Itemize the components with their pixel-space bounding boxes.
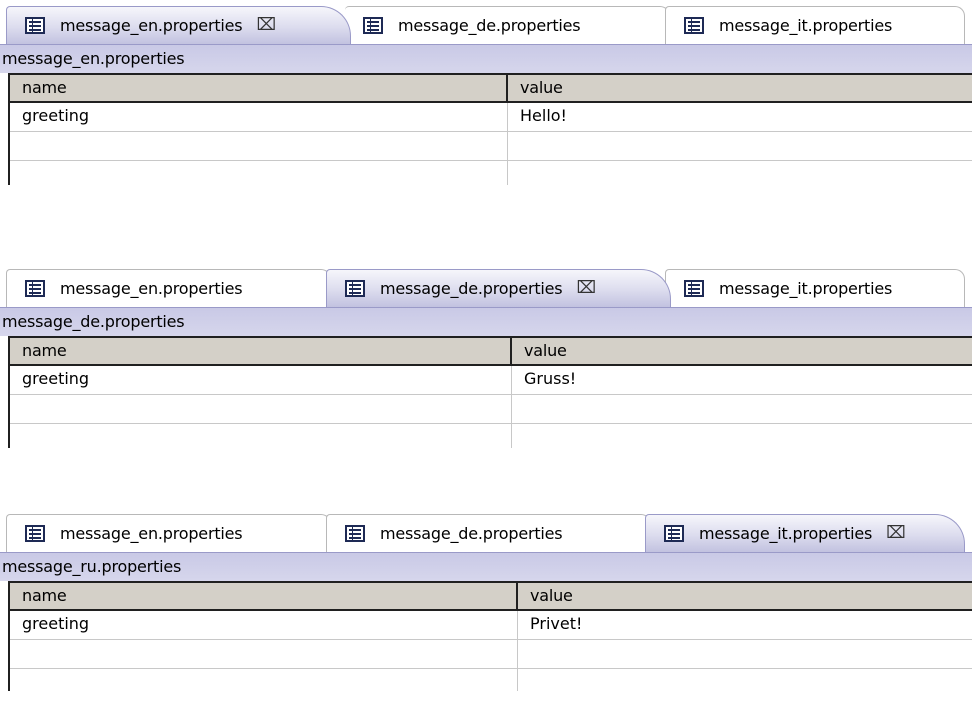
tab-label: message_en.properties	[60, 524, 243, 543]
cell-value[interactable]: Hello!	[508, 103, 972, 131]
cell-name[interactable]	[10, 640, 518, 668]
tab-label: message_it.properties	[719, 16, 893, 35]
tab-message-it[interactable]: message_it.properties	[665, 6, 965, 44]
close-icon[interactable]: ⌧	[886, 525, 906, 542]
close-icon[interactable]: ⌧	[256, 17, 276, 34]
properties-file-icon	[345, 280, 365, 297]
column-header-value[interactable]: value	[508, 75, 972, 101]
tab-message-de[interactable]: message_de.properties	[326, 514, 651, 552]
table-row[interactable]	[10, 669, 972, 691]
cell-value[interactable]	[518, 669, 972, 691]
cell-value[interactable]	[512, 395, 972, 423]
tab-message-en[interactable]: message_en.properties	[6, 514, 331, 552]
table-row[interactable]: greeting Privet!	[10, 611, 972, 640]
properties-table: name value greeting Gruss!	[8, 336, 972, 448]
tab-bar: message_en.properties message_de.propert…	[0, 508, 972, 552]
properties-file-icon	[664, 525, 684, 542]
editor-panel-it: message_en.properties message_de.propert…	[0, 508, 972, 691]
cell-name[interactable]: greeting	[10, 366, 512, 394]
tab-message-de[interactable]: message_de.properties ⌧	[326, 269, 671, 307]
table-row[interactable]	[10, 424, 972, 448]
column-header-name[interactable]: name	[10, 75, 508, 101]
cell-name[interactable]	[10, 161, 508, 185]
column-header-name[interactable]: name	[10, 583, 518, 609]
cell-name[interactable]	[10, 669, 518, 691]
tab-message-it[interactable]: message_it.properties ⌧	[645, 514, 965, 552]
column-header-name[interactable]: name	[10, 338, 512, 364]
properties-file-icon	[345, 525, 365, 542]
cell-name[interactable]	[10, 424, 512, 448]
cell-value[interactable]: Privet!	[518, 611, 972, 639]
column-header-value[interactable]: value	[518, 583, 972, 609]
tab-label: message_it.properties	[719, 279, 893, 298]
table-header: name value	[10, 73, 972, 103]
properties-file-icon	[363, 17, 383, 34]
tab-message-en[interactable]: message_en.properties ⌧	[6, 6, 351, 44]
properties-file-icon	[25, 280, 45, 297]
tab-bar: message_en.properties ⌧ message_de.prope…	[0, 0, 972, 44]
cell-value[interactable]	[508, 161, 972, 185]
table-header: name value	[10, 336, 972, 366]
properties-file-icon	[684, 17, 704, 34]
table-row[interactable]	[10, 395, 972, 424]
file-label: message_de.properties	[0, 307, 972, 336]
table-header: name value	[10, 581, 972, 611]
cell-value[interactable]: Gruss!	[512, 366, 972, 394]
editor-panel-en: message_en.properties ⌧ message_de.prope…	[0, 0, 972, 185]
tab-label: message_de.properties	[398, 16, 581, 35]
tab-label: message_en.properties	[60, 279, 243, 298]
close-icon[interactable]: ⌧	[576, 280, 596, 297]
tab-label: message_de.properties	[380, 524, 563, 543]
properties-table: name value greeting Hello!	[8, 73, 972, 185]
tab-message-en[interactable]: message_en.properties	[6, 269, 331, 307]
tab-label: message_de.properties	[380, 279, 563, 298]
properties-file-icon	[25, 17, 45, 34]
cell-value[interactable]	[512, 424, 972, 448]
column-header-value[interactable]: value	[512, 338, 972, 364]
cell-value[interactable]	[508, 132, 972, 160]
tab-label: message_en.properties	[60, 16, 243, 35]
tab-bar: message_en.properties message_de.propert…	[0, 263, 972, 307]
cell-name[interactable]	[10, 395, 512, 423]
cell-value[interactable]	[518, 640, 972, 668]
table-row[interactable]: greeting Gruss!	[10, 366, 972, 395]
table-row[interactable]: greeting Hello!	[10, 103, 972, 132]
tab-message-it[interactable]: message_it.properties	[665, 269, 965, 307]
tab-label: message_it.properties	[699, 524, 873, 543]
file-label: message_ru.properties	[0, 552, 972, 581]
cell-name[interactable]: greeting	[10, 103, 508, 131]
editor-panel-de: message_en.properties message_de.propert…	[0, 263, 972, 448]
properties-file-icon	[25, 525, 45, 542]
table-row[interactable]	[10, 161, 972, 185]
properties-file-icon	[684, 280, 704, 297]
tab-message-de[interactable]: message_de.properties	[345, 6, 670, 44]
table-row[interactable]	[10, 640, 972, 669]
table-row[interactable]	[10, 132, 972, 161]
cell-name[interactable]: greeting	[10, 611, 518, 639]
cell-name[interactable]	[10, 132, 508, 160]
file-label: message_en.properties	[0, 44, 972, 73]
properties-table: name value greeting Privet!	[8, 581, 972, 691]
